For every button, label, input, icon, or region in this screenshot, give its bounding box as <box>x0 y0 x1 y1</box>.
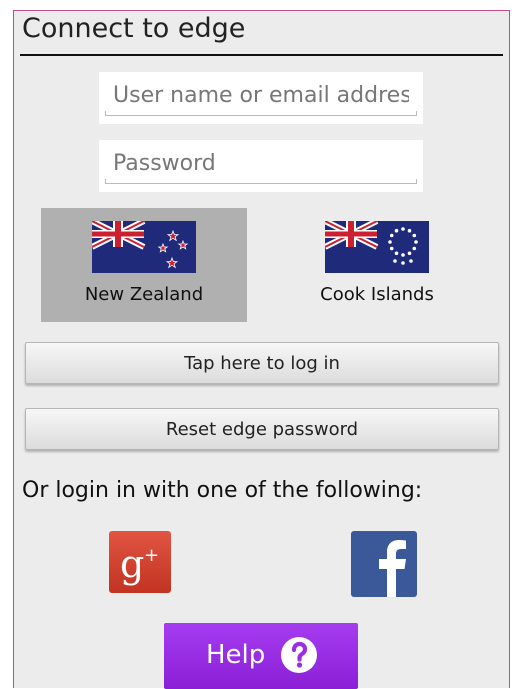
username-underline <box>105 111 417 116</box>
help-label: Help <box>206 640 266 670</box>
svg-text:+: + <box>144 545 159 566</box>
google-plus-login-button[interactable]: g + <box>109 531 171 593</box>
question-mark-icon <box>281 637 317 673</box>
title-divider <box>20 54 503 56</box>
password-underline <box>105 179 417 184</box>
google-plus-icon: g + <box>120 542 159 586</box>
username-field-container <box>99 72 423 124</box>
region-option-new-zealand[interactable]: New Zealand <box>41 208 247 322</box>
help-button[interactable]: Help <box>164 623 358 689</box>
username-input[interactable] <box>105 76 417 114</box>
facebook-icon <box>379 540 406 597</box>
facebook-login-button[interactable] <box>351 531 417 597</box>
login-panel: Connect to edge User name or email addre… <box>13 10 510 689</box>
password-input[interactable] <box>105 144 417 182</box>
reset-password-button[interactable]: Reset edge password <box>25 408 499 450</box>
new-zealand-flag-icon <box>92 221 196 273</box>
region-label-new-zealand: New Zealand <box>84 284 204 305</box>
page-title: Connect to edge <box>22 13 246 44</box>
cook-islands-flag-icon <box>325 221 429 273</box>
svg-text:g: g <box>120 542 144 586</box>
social-login-prompt: Or login in with one of the following: <box>22 478 423 503</box>
region-label-cook-islands: Cook Islands <box>320 284 434 305</box>
region-option-cook-islands[interactable]: Cook Islands <box>274 208 480 322</box>
login-button[interactable]: Tap here to log in <box>25 342 499 384</box>
password-field-container <box>99 140 423 192</box>
